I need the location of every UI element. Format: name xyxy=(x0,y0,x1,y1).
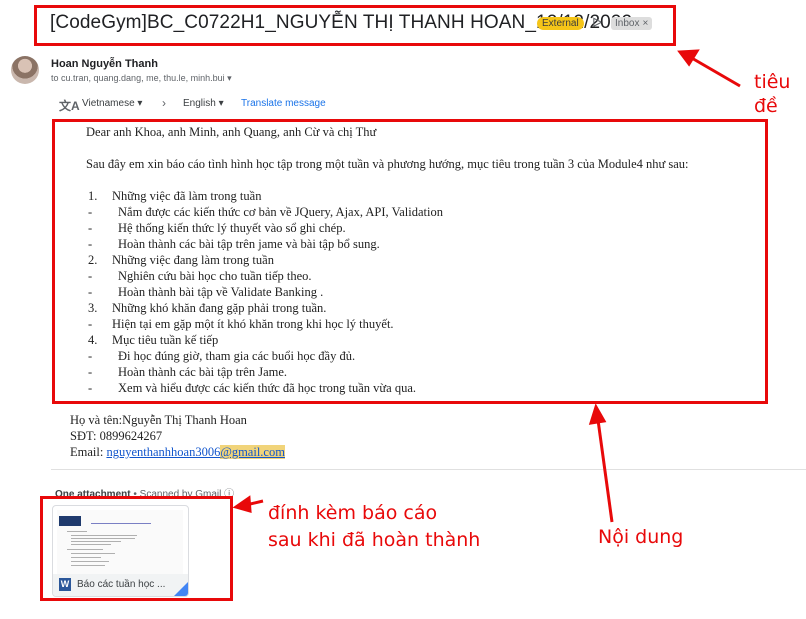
title-annotation: tiêu đề xyxy=(754,70,790,118)
attachment-annotation-line2: sau khi đã hoàn thành xyxy=(268,529,481,551)
attachment-annotation: đính kèm báo cáo sau khi đã hoàn thành xyxy=(268,500,480,554)
arrowhead-content xyxy=(588,403,607,425)
title-annotation-line1: tiêu xyxy=(754,71,791,93)
arrowhead-attachment xyxy=(232,495,252,514)
content-annotation: Nội dung xyxy=(598,526,684,548)
title-annotation-line2: đề xyxy=(754,95,778,117)
arrowhead-subject xyxy=(677,49,700,67)
arrow-to-content xyxy=(596,419,614,523)
attachment-annotation-line1: đính kèm báo cáo xyxy=(268,502,438,524)
arrow-to-subject xyxy=(689,55,741,88)
